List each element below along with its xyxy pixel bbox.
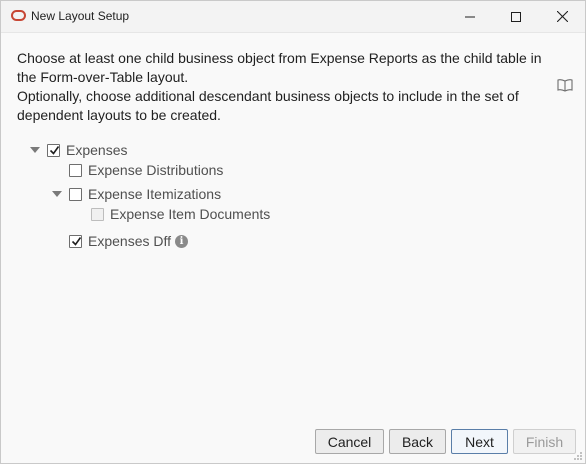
dialog-content: Choose at least one child business objec… [1, 32, 585, 463]
checkbox-expense-itemizations[interactable] [69, 187, 82, 201]
label-expense-item-documents: Expense Item Documents [110, 206, 271, 222]
checkmark-icon [49, 145, 60, 155]
tree-item-expense-distributions[interactable]: Expense Distributions [69, 160, 223, 180]
cancel-button[interactable]: Cancel [315, 429, 384, 454]
tree-item-expenses-dff[interactable]: Expenses Dff i [69, 231, 189, 251]
label-expenses-dff: Expenses Dff [88, 233, 172, 249]
resize-grip-icon[interactable] [573, 451, 583, 461]
maximize-button[interactable] [493, 1, 539, 32]
next-button[interactable]: Next [451, 429, 508, 454]
back-button[interactable]: Back [389, 429, 446, 454]
tree-item-expenses[interactable]: Expenses [29, 140, 127, 160]
checkbox-expense-distributions[interactable] [69, 163, 82, 177]
window-title: New Layout Setup [31, 9, 130, 23]
tree-item-expense-item-documents[interactable]: Expense Item Documents [91, 204, 270, 224]
instructions-line-2: Optionally, choose additional descendant… [17, 88, 519, 123]
checkbox-expenses-dff[interactable] [69, 234, 82, 248]
finish-button[interactable]: Finish [513, 429, 576, 454]
close-icon [556, 11, 568, 22]
info-icon[interactable]: i [175, 234, 189, 248]
title-bar[interactable]: New Layout Setup [1, 1, 585, 32]
minimize-button[interactable] [447, 1, 493, 32]
tree-item-expense-itemizations[interactable]: Expense Itemizations [51, 184, 221, 204]
checkmark-icon [71, 236, 82, 246]
expand-toggle-expense-itemizations[interactable] [51, 188, 63, 200]
maximize-icon [511, 11, 521, 22]
label-expense-itemizations: Expense Itemizations [88, 186, 222, 202]
label-expense-distributions: Expense Distributions [88, 162, 224, 178]
checkbox-expense-item-documents[interactable] [91, 207, 104, 221]
instructions-text: Choose at least one child business objec… [17, 49, 547, 125]
checkbox-expenses[interactable] [47, 143, 60, 157]
instructions-line-1: Choose at least one child business objec… [17, 50, 542, 85]
caret-down-icon [30, 146, 40, 153]
label-expenses: Expenses [66, 142, 128, 158]
minimize-icon [465, 16, 475, 17]
expand-toggle-expenses[interactable] [29, 144, 41, 156]
oracle-logo-icon [11, 10, 26, 21]
dialog-window: New Layout Setup Choose at least one chi… [0, 0, 586, 464]
close-button[interactable] [539, 1, 585, 32]
help-book-icon[interactable] [557, 78, 573, 92]
caret-down-icon [52, 190, 62, 197]
